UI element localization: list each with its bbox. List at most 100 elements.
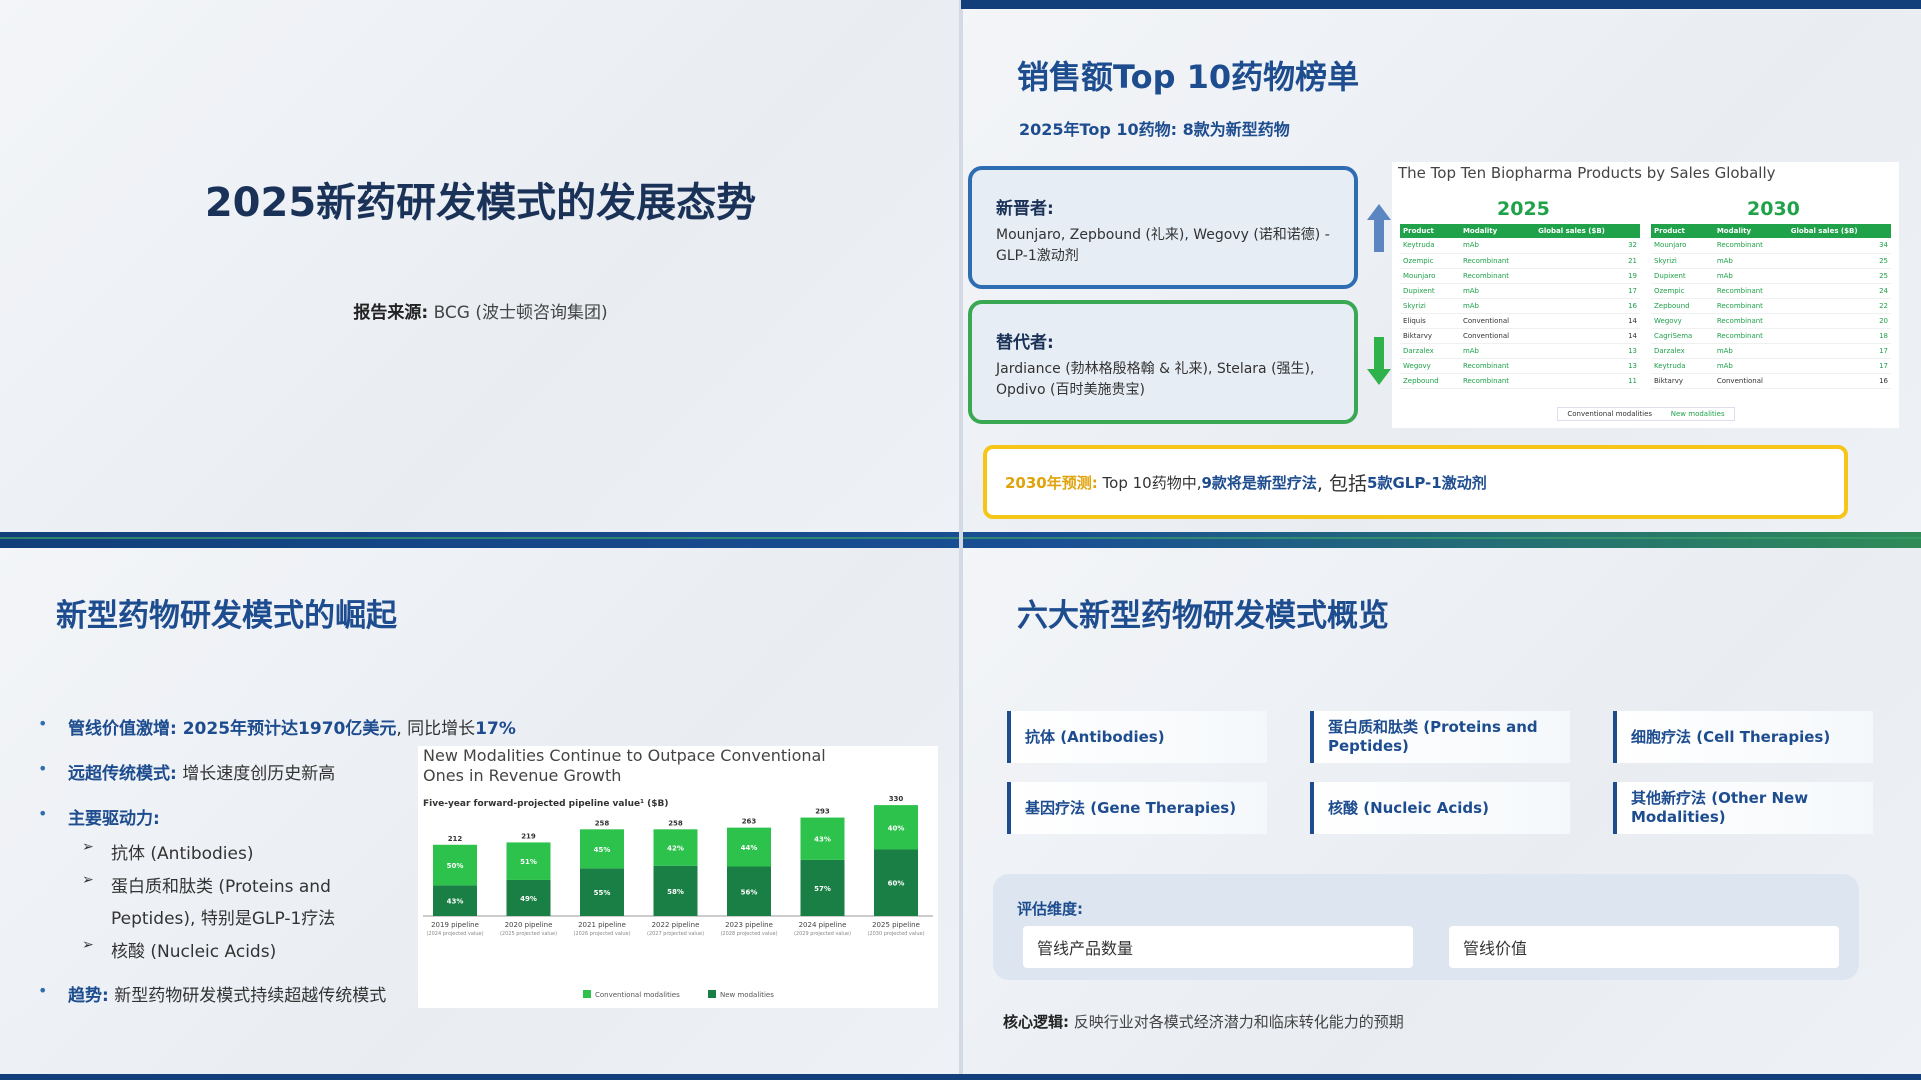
- sales-cell: 17: [1787, 343, 1891, 359]
- top-ten-table-image: The Top Ten Biopharma Products by Sales …: [1392, 162, 1899, 428]
- year-2030-label: 2030: [1747, 198, 1800, 220]
- legend-label-new: New modalities: [720, 991, 774, 999]
- bullet-bold2: 17%: [475, 719, 516, 739]
- mode-cell-therapies: 细胞疗法 (Cell Therapies): [1613, 711, 1873, 763]
- newcomers-heading: 新晋者:: [996, 199, 1054, 219]
- data-label-total: 258: [668, 819, 683, 827]
- modality-cell: mAb: [1713, 268, 1788, 284]
- arrow-up-icon: [1367, 204, 1391, 252]
- table-row: Biktarvy Conventional 14: [1400, 328, 1640, 344]
- data-label-conventional: 43%: [814, 836, 831, 844]
- col-sales: Global sales ($B): [1535, 224, 1640, 238]
- product-cell: Biktarvy: [1400, 328, 1460, 344]
- legend-conventional: Conventional modalities: [1567, 410, 1653, 418]
- bullet-rest: 增长速度创历史新高: [176, 764, 336, 784]
- prediction-part4: 5款GLP-1激动剂: [1367, 473, 1487, 492]
- x-tick-note: (2024 projected value): [426, 931, 483, 937]
- sales-cell: 14: [1535, 328, 1640, 344]
- table-row: Keytruda mAb 17: [1651, 358, 1891, 374]
- product-cell: Darzalex: [1651, 343, 1714, 359]
- table-row: Mounjaro Recombinant 19: [1400, 268, 1640, 284]
- mode-other: 其他新疗法 (Other New Modalities): [1613, 782, 1873, 834]
- data-label-conventional: 50%: [447, 862, 464, 870]
- modality-cell: Recombinant: [1713, 283, 1788, 299]
- bullet-bold: 远超传统模式:: [68, 764, 177, 784]
- data-label-conventional: 44%: [741, 844, 758, 852]
- modality-cell: Recombinant: [1459, 268, 1536, 284]
- data-label-total: 263: [742, 818, 757, 826]
- product-cell: Skyrizi: [1651, 253, 1714, 269]
- eval-item-count: 管线产品数量: [1023, 926, 1413, 968]
- replaced-card: 替代者: Jardiance (勃林格殷格翰 & 礼来), Stelara (强…: [968, 300, 1358, 424]
- arrow-bullet-icon: ➢: [82, 937, 94, 953]
- top-accent-bar: [961, 0, 1921, 9]
- data-label-conventional: 42%: [667, 845, 684, 853]
- slide-rise: 新型药物研发模式的崛起 • 管线价值激增: 2025年预计达1970亿美元, 同…: [0, 538, 961, 1080]
- modality-cell: Recombinant: [1459, 373, 1536, 389]
- product-cell: Zepbound: [1400, 373, 1460, 389]
- col-modality: Modality: [1459, 224, 1536, 238]
- mode-gene-therapies: 基因疗法 (Gene Therapies): [1007, 782, 1267, 834]
- core-text: 反映行业对各模式经济潜力和临床转化能力的预期: [1073, 1013, 1404, 1031]
- slide-subheading: 2025年Top 10药物: 8款为新型药物: [1019, 120, 1290, 139]
- data-label-new: 58%: [667, 888, 684, 896]
- legend-new: New modalities: [1670, 410, 1725, 418]
- presentation-title: 2025新药研发模式的发展态势: [204, 180, 757, 226]
- product-cell: Mounjaro: [1400, 268, 1460, 284]
- replaced-text: Jardiance (勃林格殷格翰 & 礼来), Stelara (强生), O…: [996, 361, 1315, 398]
- x-tick-label: 2019 pipeline: [431, 921, 479, 929]
- product-cell: Darzalex: [1400, 343, 1460, 359]
- col-modality: Modality: [1713, 224, 1788, 238]
- data-label-new: 43%: [447, 898, 464, 906]
- sales-cell: 20: [1787, 313, 1891, 329]
- table-row: Eliquis Conventional 14: [1400, 313, 1640, 329]
- replaced-heading: 替代者:: [996, 333, 1054, 353]
- x-tick-note: (2028 projected value): [720, 931, 777, 937]
- product-cell: Dupixent: [1651, 268, 1714, 284]
- mode-antibodies: 抗体 (Antibodies): [1007, 711, 1267, 763]
- product-cell: Wegovy: [1651, 313, 1714, 329]
- data-label-total: 219: [521, 832, 536, 840]
- table-row: Dupixent mAb 17: [1400, 283, 1640, 299]
- modality-cell: mAb: [1713, 358, 1788, 374]
- modality-cell: Conventional: [1459, 313, 1536, 329]
- data-label-new: 60%: [888, 880, 905, 888]
- bullet-rest: 新型药物研发模式持续超越传统模式: [108, 986, 387, 1006]
- bullet-rest: , 同比增长: [396, 719, 476, 739]
- product-cell: Ozempic: [1651, 283, 1714, 299]
- legend-label-conventional: Conventional modalities: [595, 991, 680, 999]
- x-tick-label: 2020 pipeline: [505, 921, 553, 929]
- report-source: 报告来源: BCG (波士顿咨询集团): [0, 298, 961, 323]
- x-tick-label: 2022 pipeline: [652, 921, 700, 929]
- prediction-part1: Top 10药物中,: [1102, 473, 1202, 492]
- sales-cell: 25: [1787, 253, 1891, 269]
- chart-plot: 43% 50% 212 2019 pipeline (2024 projected va…: [423, 795, 933, 999]
- x-tick-note: (2029 projected value): [794, 931, 851, 937]
- prediction-part3: , 包括: [1316, 472, 1368, 495]
- table-row: Zepbound Recombinant 22: [1651, 298, 1891, 314]
- data-label-new: 55%: [594, 889, 611, 897]
- data-label-new: 56%: [741, 888, 758, 896]
- slide-heading: 六大新型药物研发模式概览: [1017, 598, 1389, 634]
- sales-cell: 19: [1535, 268, 1640, 284]
- slide-top10: 销售额Top 10药物榜单 2025年Top 10药物: 8款为新型药物 新晋者…: [961, 0, 1921, 538]
- source-value: BCG (波士顿咨询集团): [433, 303, 608, 323]
- data-label-new: 49%: [520, 895, 537, 903]
- bottom-accent-bar: [0, 1074, 1921, 1080]
- modality-cell: Recombinant: [1713, 313, 1788, 329]
- modality-cell: mAb: [1459, 298, 1536, 314]
- table-row: Ozempic Recombinant 21: [1400, 253, 1640, 269]
- table-row: Dupixent mAb 25: [1651, 268, 1891, 284]
- modality-cell: mAb: [1459, 238, 1536, 254]
- core-label: 核心逻辑:: [1003, 1013, 1069, 1031]
- product-cell: Keytruda: [1651, 358, 1714, 374]
- pipeline-chart: New Modalities Continue to Outpace Conve…: [418, 746, 938, 1008]
- bullet-bold: 管线价值激增: 2025年预计达1970亿美元: [68, 719, 397, 739]
- slide-heading: 销售额Top 10药物榜单: [1017, 58, 1360, 96]
- table-row: Wegovy Recombinant 20: [1651, 313, 1891, 329]
- slide-heading: 新型药物研发模式的崛起: [56, 598, 397, 634]
- sales-cell: 13: [1535, 343, 1640, 359]
- arrow-bullet-icon: ➢: [82, 872, 94, 888]
- legend-swatch-new: [708, 990, 716, 998]
- data-label-conventional: 40%: [888, 824, 905, 832]
